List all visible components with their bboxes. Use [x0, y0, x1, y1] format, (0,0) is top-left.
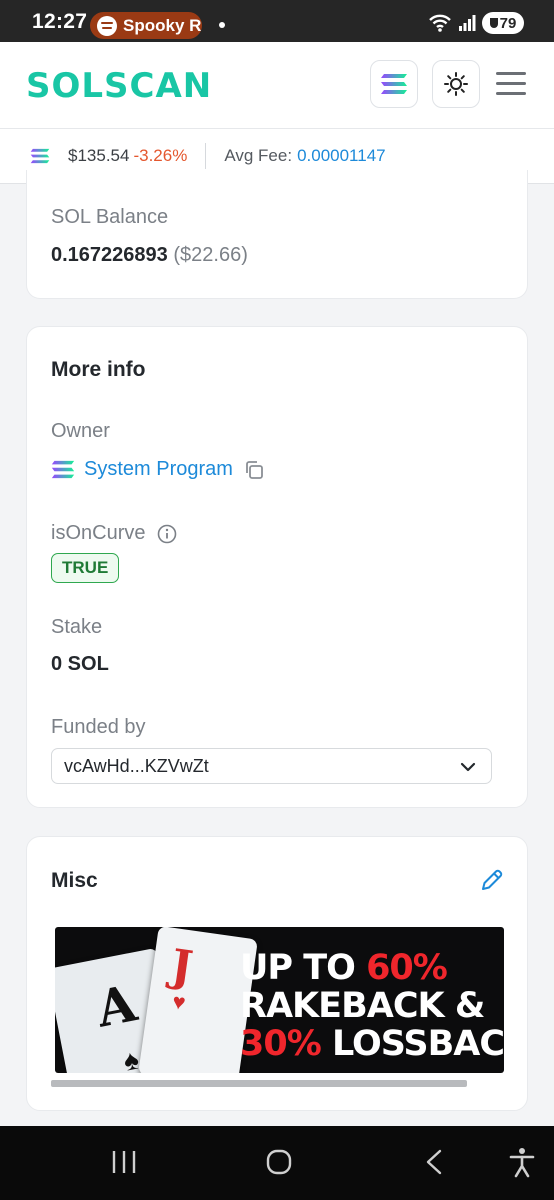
- sol-balance-value: 0.167226893 ($22.66): [51, 244, 248, 267]
- promo-line-1: UP TO 60%: [240, 949, 504, 987]
- sol-balance-usd: ($22.66): [173, 244, 248, 266]
- jack-rank: J: [167, 940, 196, 994]
- solana-network-button[interactable]: [370, 60, 418, 108]
- media-chip[interactable]: Spooky R: [90, 12, 202, 39]
- battery-icon: 79: [482, 12, 524, 34]
- is-on-curve-label: isOnCurve: [51, 522, 146, 544]
- solana-icon: [381, 74, 407, 94]
- edit-pencil-icon[interactable]: [479, 867, 505, 893]
- solscan-logo[interactable]: SOLSCAN: [26, 66, 212, 106]
- theme-toggle-button[interactable]: [432, 60, 480, 108]
- funded-by-value: vcAwHd...KZVwZt: [64, 755, 209, 776]
- promo-text: UP TO 60% RAKEBACK & 30% LOSSBAC: [240, 949, 504, 1063]
- avg-fee-value[interactable]: 0.00001147: [297, 146, 386, 166]
- owner-link[interactable]: System Program: [84, 458, 233, 481]
- avg-fee-label: Avg Fee:: [224, 146, 293, 165]
- price-change: -3.26%: [133, 146, 188, 165]
- status-bar: 12:27 Spooky R 79: [0, 0, 554, 42]
- info-icon[interactable]: [157, 524, 177, 544]
- status-icons: 79: [428, 12, 524, 34]
- promo-line-3-a: 30%: [240, 1024, 322, 1064]
- spotify-icon: [97, 15, 117, 36]
- status-time: 12:27: [32, 10, 88, 33]
- battery-level: 79: [499, 14, 517, 32]
- heart-icon: ♥: [170, 988, 188, 1016]
- home-icon[interactable]: [265, 1148, 293, 1176]
- balance-card: SOL Balance 0.167226893 ($22.66): [26, 170, 528, 299]
- accessibility-icon[interactable]: [508, 1146, 536, 1178]
- owner-row: System Program: [51, 458, 265, 481]
- horizontal-scrollbar[interactable]: [51, 1080, 467, 1087]
- media-chip-label: Spooky R: [123, 15, 202, 35]
- solana-icon: [30, 148, 50, 164]
- notification-dot-icon: [219, 22, 225, 28]
- android-nav-bar: [0, 1126, 554, 1200]
- wifi-icon: [428, 13, 452, 33]
- more-info-card: More info Owner System Program isOnCurve…: [26, 326, 528, 808]
- divider: [205, 143, 207, 169]
- misc-card: Misc A ♠ J ♥ UP TO 60% RAKEBACK & 30% LO…: [26, 836, 528, 1111]
- funded-by-label: Funded by: [51, 716, 146, 738]
- misc-title: Misc: [51, 869, 98, 892]
- promo-line-3: 30% LOSSBAC: [240, 1025, 504, 1063]
- is-on-curve-row: isOnCurve: [51, 522, 177, 545]
- battery-saver-icon: [489, 18, 498, 28]
- promo-line-1-a: UP TO: [240, 948, 367, 988]
- promo-line-3-b: LOSSBAC: [320, 1024, 504, 1064]
- funded-by-select[interactable]: vcAwHd...KZVwZt: [51, 748, 492, 784]
- copy-icon[interactable]: [243, 459, 265, 481]
- sol-balance-amount: 0.167226893: [51, 244, 168, 266]
- owner-label: Owner: [51, 420, 110, 442]
- sol-balance-label: SOL Balance: [51, 206, 169, 228]
- promo-line-1-b: 60%: [366, 948, 448, 988]
- stake-value: 0 SOL: [51, 653, 109, 675]
- promo-line-2: RAKEBACK &: [240, 986, 485, 1026]
- sol-price: $135.54: [68, 146, 130, 165]
- signal-icon: [458, 14, 476, 32]
- hamburger-menu-icon[interactable]: [496, 72, 526, 96]
- is-on-curve-badge: TRUE: [51, 553, 120, 583]
- ace-rank: A: [91, 973, 142, 1039]
- stake-label: Stake: [51, 616, 103, 638]
- more-info-title: More info: [51, 358, 146, 381]
- sun-icon: [444, 72, 468, 96]
- recent-apps-icon[interactable]: [110, 1149, 138, 1175]
- solana-icon: [51, 460, 75, 479]
- back-icon[interactable]: [424, 1148, 444, 1176]
- chevron-down-icon: [460, 762, 476, 772]
- site-header: SOLSCAN: [0, 42, 554, 128]
- ad-banner[interactable]: A ♠ J ♥ UP TO 60% RAKEBACK & 30% LOSSBAC: [55, 927, 504, 1073]
